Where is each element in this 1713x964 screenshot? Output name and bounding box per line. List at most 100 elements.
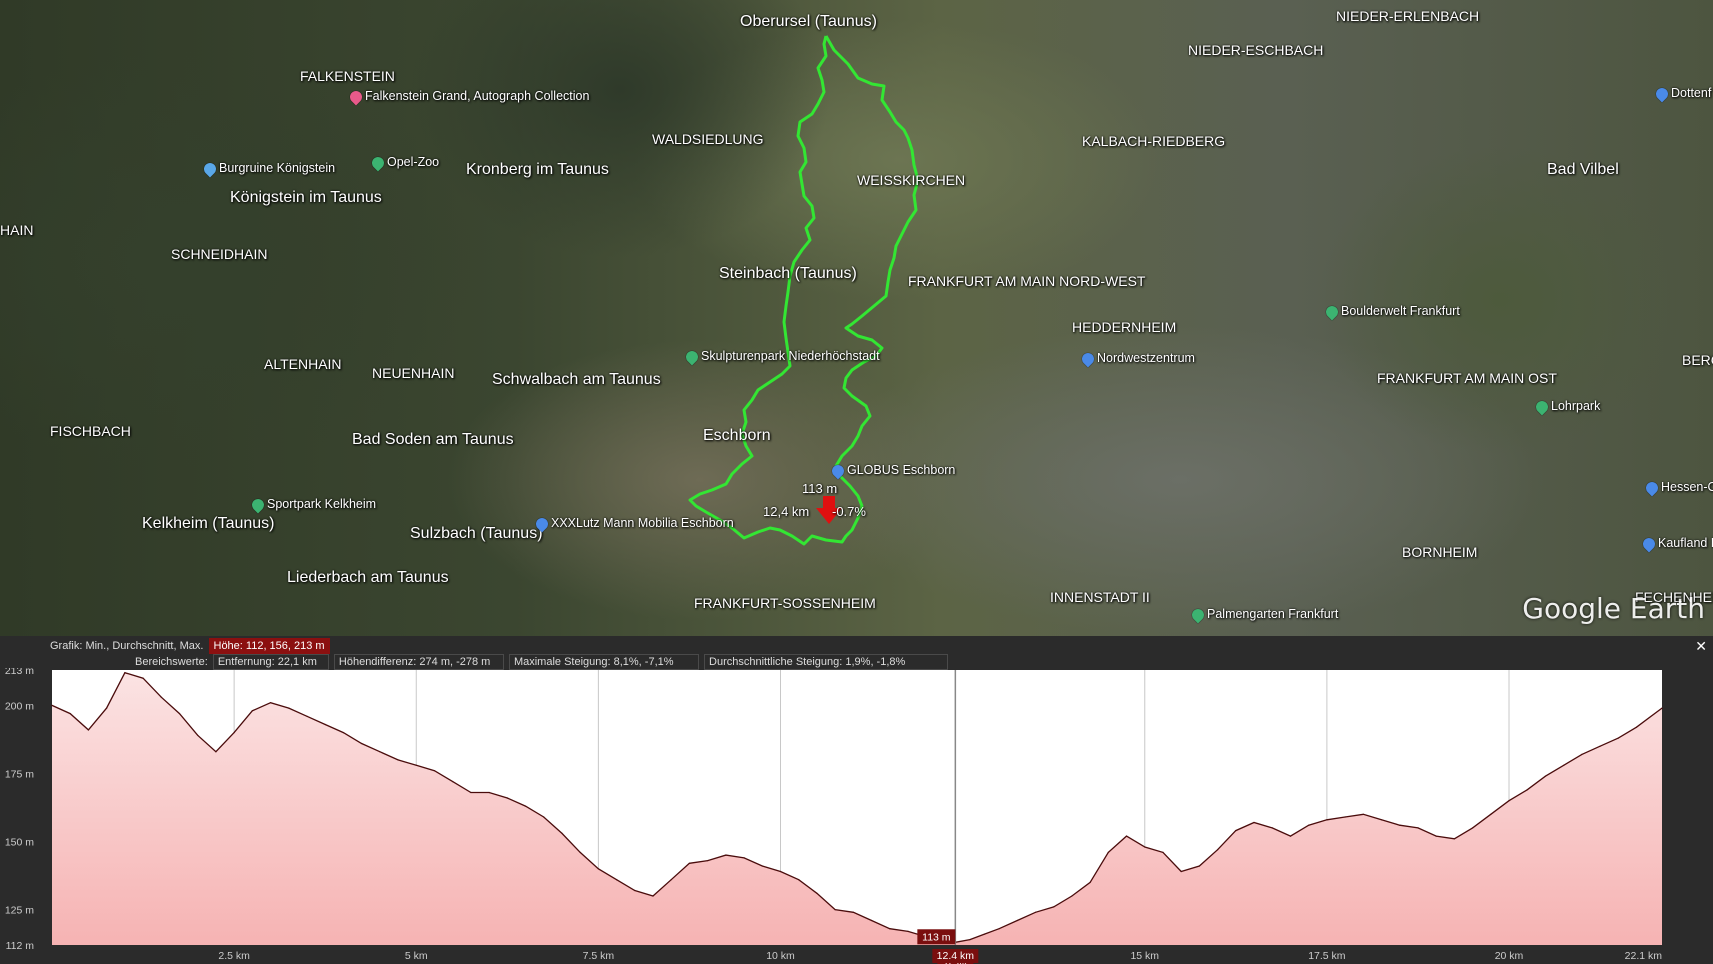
elevation-point (983, 933, 986, 935)
close-icon[interactable]: ✕ (1695, 638, 1707, 655)
elevation-point (1016, 919, 1018, 922)
elevation-point (452, 781, 454, 783)
place-label: Oberursel (Taunus) (740, 13, 877, 30)
stats-row-graph: Grafik: Min., Durchschnitt, Max. Höhe: 1… (50, 638, 330, 654)
district-label: SCHNEIDHAIN (171, 246, 268, 262)
elevation-point (1661, 707, 1663, 709)
elevation-profile-panel: Grafik: Min., Durchschnitt, Max. Höhe: 1… (0, 636, 1713, 964)
place-label: Königstein im Taunus (230, 189, 382, 206)
elevation-point (1563, 764, 1565, 766)
elevation-point (1417, 827, 1419, 829)
elevation-point (761, 865, 763, 867)
elevation-point (178, 713, 181, 715)
poi-label[interactable]: Palmengarten Frankfurt (1189, 606, 1338, 624)
elevation-point (816, 892, 818, 894)
elevation-point (1289, 835, 1292, 837)
y-tick-label: 175 m (5, 768, 34, 780)
place-label: Sulzbach (Taunus) (410, 525, 543, 542)
district-label: HAIN (0, 222, 34, 238)
poi-label[interactable]: Kaufland H (1640, 535, 1713, 553)
place-pin-icon (1640, 535, 1658, 553)
elevation-point (488, 791, 490, 794)
place-pin-icon (1323, 303, 1341, 321)
elevation-point (852, 911, 855, 913)
district-label: FRANKFURT AM MAIN NORD-WEST (908, 273, 1146, 289)
district-label: ALTENHAIN (264, 356, 342, 372)
place-pin-icon (533, 515, 551, 533)
poi-label[interactable]: Sportpark Kelkheim (249, 496, 376, 514)
elevation-point (871, 919, 873, 922)
elevation-point (1399, 824, 1401, 826)
elevation-point (1308, 824, 1310, 826)
elevation-point (1362, 813, 1364, 815)
elevation-point (561, 832, 563, 834)
elevation-point (1526, 789, 1528, 791)
poi-label[interactable]: Nordwestzentrum (1079, 350, 1195, 368)
y-tick-label: 112 m (6, 940, 35, 952)
district-label: FRANKFURT AM MAIN OST (1377, 370, 1557, 386)
poi-label[interactable]: Skulpturenpark Niederhöchstadt (683, 348, 880, 366)
place-pin-icon (1643, 479, 1661, 497)
district-label: FISCHBACH (50, 423, 131, 439)
elevation-point (1599, 745, 1601, 747)
elevation-point (1034, 911, 1037, 913)
elevation-point (743, 857, 745, 859)
elevation-point (1089, 881, 1091, 883)
x-tick-label: 2.5 km (218, 950, 250, 962)
poi-label[interactable]: Burgruine Königstein (201, 160, 335, 178)
google-earth-watermark: Google Earth (1522, 592, 1705, 625)
district-label: NIEDER-ERLENBACH (1336, 8, 1480, 24)
y-tick-label: 150 m (5, 837, 34, 849)
elevation-point (51, 704, 53, 706)
place-pin-icon (829, 462, 847, 480)
elevation-point (688, 862, 691, 864)
elevation-point (1162, 851, 1164, 853)
route-track (688, 35, 920, 546)
poi-label[interactable]: Lohrpark (1533, 398, 1600, 416)
marker-slope: -0.7% (832, 504, 866, 519)
elevation-chart[interactable]: 213 m 200 m 175 m 150 m 125 m 112 m 2.5 km 5 km… (0, 668, 1713, 964)
elevation-point (251, 710, 253, 712)
x-tick-label: 17.5 km (1308, 950, 1346, 962)
elevation-point (433, 770, 436, 772)
x-tick-label: 15 km (1130, 950, 1159, 962)
poi-label[interactable]: GLOBUS Eschborn (829, 462, 955, 480)
range-label: Bereichswerte: (135, 656, 208, 668)
elevation-point (889, 928, 891, 930)
map-view[interactable]: Oberursel (Taunus) Kronberg im Taunus Köni… (0, 0, 1713, 636)
elevation-point (907, 930, 909, 932)
poi-label[interactable]: Dottenf (1653, 85, 1711, 103)
elevation-point (1380, 819, 1383, 821)
elevation-point (1544, 775, 1546, 777)
poi-label[interactable]: Opel-Zoo (369, 154, 439, 172)
place-pin-icon (369, 154, 387, 172)
cursor-value-label: 113 m (922, 931, 951, 943)
elevation-point (87, 729, 89, 731)
place-pin-icon (1189, 606, 1207, 624)
elevation-point (361, 742, 363, 745)
poi-label[interactable]: Hessen-C (1643, 479, 1713, 497)
elevation-point (798, 879, 800, 881)
height-stats: Höhe: 112, 156, 213 m (208, 638, 330, 654)
x-tick-label: 20 km (1495, 950, 1524, 962)
elevation-point (124, 672, 126, 674)
place-pin-icon (1079, 350, 1097, 368)
elevation-point (998, 928, 1000, 930)
elevation-point (1635, 726, 1638, 728)
elevation-point (834, 909, 836, 911)
elevation-point (306, 715, 308, 717)
cursor-x-label: 12.4 km (937, 950, 975, 962)
elevation-point (779, 870, 782, 873)
elevation-point (1490, 813, 1492, 815)
elevation-point (652, 895, 654, 897)
poi-label[interactable]: Boulderwelt Frankfurt (1323, 303, 1460, 321)
poi-label[interactable]: XXXLutz Mann Mobilia Eschborn (533, 515, 734, 533)
district-label: NIEDER-ESCHBACH (1188, 42, 1324, 58)
place-label: Kelkheim (Taunus) (142, 515, 275, 532)
elevation-point (597, 868, 600, 870)
elevation-point (1617, 737, 1619, 739)
elevation-point (1217, 849, 1219, 851)
poi-label[interactable]: Falkenstein Grand, Autograph Collection (347, 88, 589, 106)
elevation-point (1125, 835, 1128, 837)
elevation-point (270, 702, 272, 704)
